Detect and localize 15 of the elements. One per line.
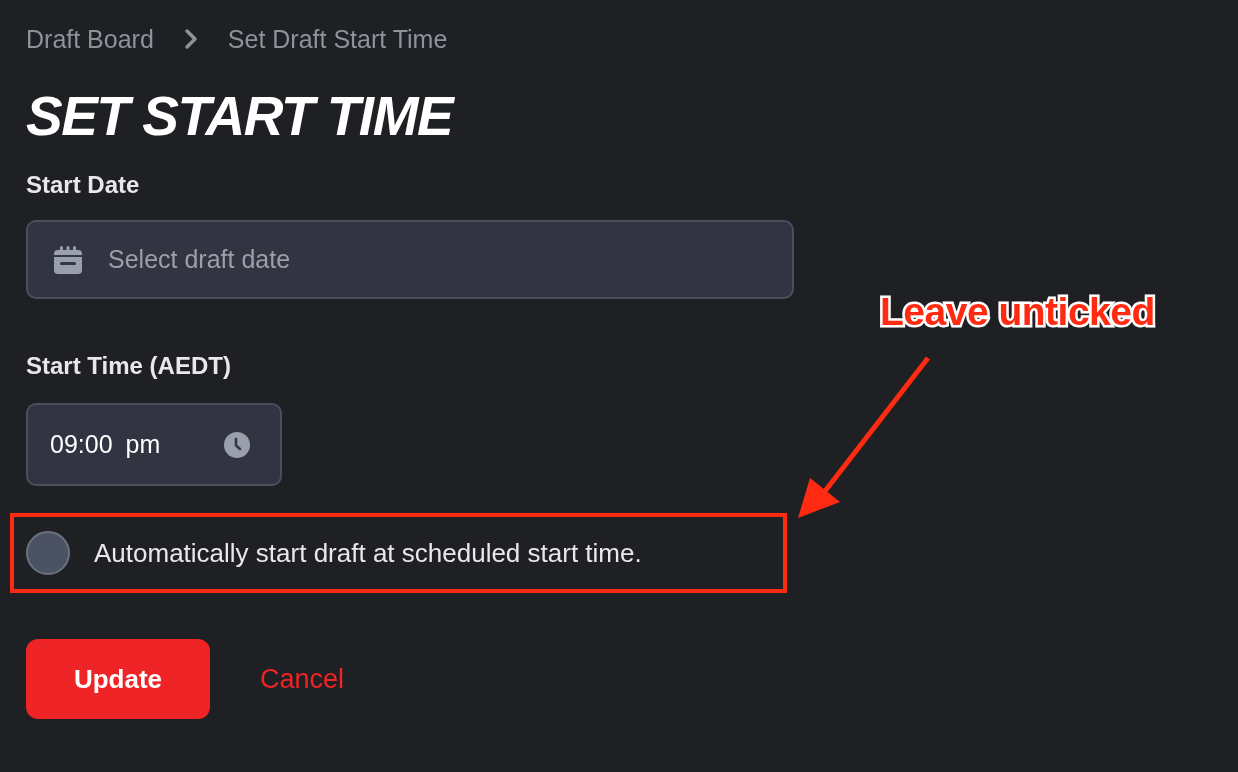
page-title: SET START TIME [26, 84, 456, 148]
checkbox[interactable] [26, 531, 70, 575]
field-label: Start Time (AEDT) [26, 351, 232, 381]
field-label: Start Date [26, 170, 141, 200]
calendar-icon [52, 243, 84, 276]
breadcrumb-link[interactable]: Draft Board [26, 24, 154, 54]
chevron-icon [183, 28, 198, 50]
cancel-link[interactable]: Cancel [260, 663, 345, 695]
clock-icon [224, 431, 250, 458]
checkbox-label: Automatically start draft at scheduled start time. [94, 537, 642, 569]
breadcrumb-link[interactable]: Set Draft Start Time [227, 24, 448, 54]
annotation-text: Leave unticked [880, 290, 1155, 334]
time-field[interactable]: 09:00 pm [26, 403, 282, 486]
date-field[interactable]: Select draft date [26, 220, 794, 299]
update-button[interactable]: Update [26, 639, 210, 719]
